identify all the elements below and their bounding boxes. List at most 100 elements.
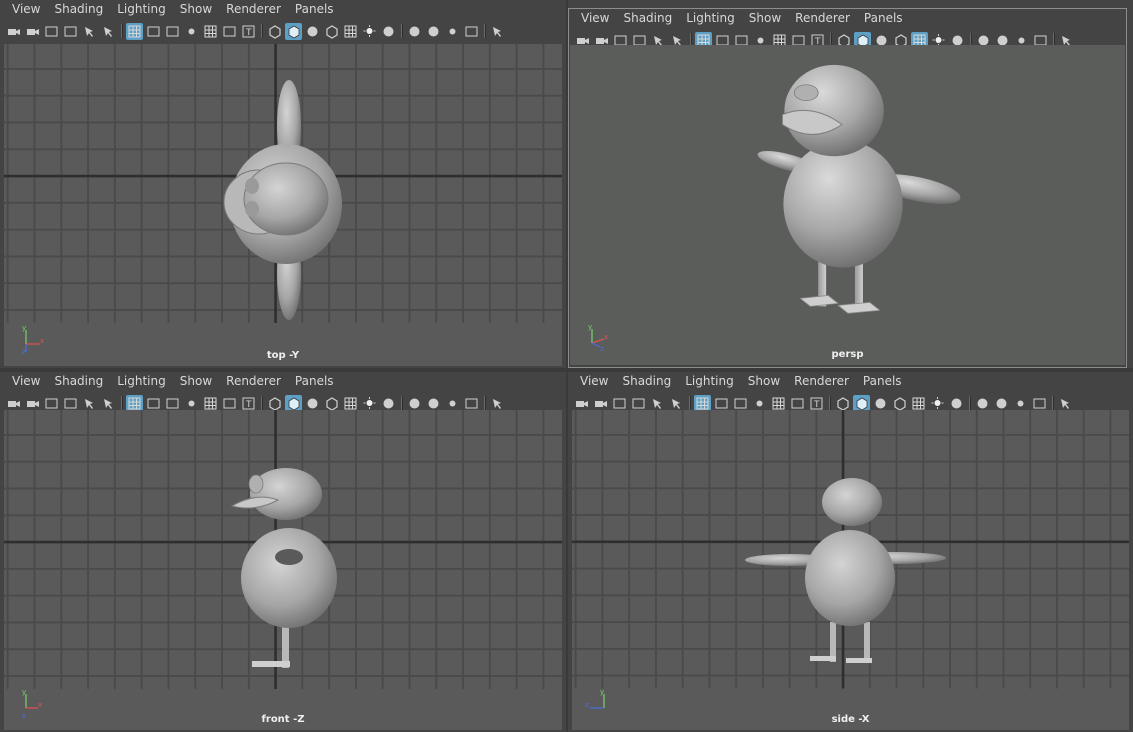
camera-attributes-icon[interactable] bbox=[24, 23, 41, 40]
menu-view[interactable]: View bbox=[12, 2, 40, 16]
menu-show[interactable]: Show bbox=[180, 2, 212, 16]
use-default-material-icon[interactable] bbox=[872, 395, 889, 412]
grid-icon[interactable] bbox=[694, 394, 711, 412]
wireframe-icon[interactable] bbox=[266, 395, 283, 412]
grid-icon[interactable] bbox=[126, 394, 143, 412]
penguin-model-front[interactable] bbox=[4, 410, 562, 730]
field-chart-icon[interactable] bbox=[202, 23, 219, 40]
2d-pan-icon[interactable] bbox=[81, 395, 98, 412]
gate-mask-icon[interactable] bbox=[751, 395, 768, 412]
penguin-model-persp[interactable] bbox=[570, 45, 1125, 365]
menu-shading[interactable]: Shading bbox=[54, 2, 103, 16]
film-gate-icon[interactable] bbox=[145, 395, 162, 412]
image-plane-icon[interactable] bbox=[62, 23, 79, 40]
2d-pan-icon[interactable] bbox=[81, 23, 98, 40]
isolate-select-icon[interactable] bbox=[489, 23, 506, 40]
multisample-aa-icon[interactable] bbox=[444, 23, 461, 40]
menu-view[interactable]: View bbox=[580, 374, 608, 388]
penguin-model-side[interactable] bbox=[572, 410, 1129, 730]
screen-space-ambient-occlusion-icon[interactable] bbox=[406, 23, 423, 40]
resolution-gate-icon[interactable] bbox=[164, 23, 181, 40]
safe-action-icon[interactable] bbox=[221, 23, 238, 40]
select-camera-icon[interactable] bbox=[573, 395, 590, 412]
menu-shading[interactable]: Shading bbox=[54, 374, 103, 388]
isolate-select-icon[interactable] bbox=[489, 395, 506, 412]
menu-lighting[interactable]: Lighting bbox=[117, 374, 166, 388]
bookmark-icon[interactable] bbox=[43, 23, 60, 40]
menu-panels[interactable]: Panels bbox=[863, 374, 902, 388]
safe-title-icon[interactable]: T bbox=[808, 395, 825, 412]
menu-show[interactable]: Show bbox=[180, 374, 212, 388]
safe-title-icon[interactable]: T bbox=[240, 395, 257, 412]
camera-attributes-icon[interactable] bbox=[592, 395, 609, 412]
motion-blur-icon[interactable] bbox=[425, 23, 442, 40]
wireframe-on-shaded-icon[interactable] bbox=[891, 395, 908, 412]
menu-panels[interactable]: Panels bbox=[295, 2, 334, 16]
shadows-icon[interactable] bbox=[948, 395, 965, 412]
smooth-shade-icon[interactable] bbox=[853, 394, 870, 412]
2d-pan-icon[interactable] bbox=[649, 395, 666, 412]
panel-top-view[interactable]: View Shading Lighting Show Renderer Pane… bbox=[0, 0, 566, 368]
bookmark-icon[interactable] bbox=[43, 395, 60, 412]
menu-view[interactable]: View bbox=[581, 11, 609, 25]
penguin-model-top[interactable] bbox=[4, 44, 562, 366]
wireframe-on-shaded-icon[interactable] bbox=[323, 395, 340, 412]
menu-view[interactable]: View bbox=[12, 374, 40, 388]
camera-attributes-icon[interactable] bbox=[24, 395, 41, 412]
use-all-lights-icon[interactable] bbox=[929, 395, 946, 412]
multisample-aa-icon[interactable] bbox=[444, 395, 461, 412]
menu-shading[interactable]: Shading bbox=[623, 11, 672, 25]
horizontal-splitter[interactable] bbox=[0, 368, 1133, 372]
menu-lighting[interactable]: Lighting bbox=[117, 2, 166, 16]
menu-show[interactable]: Show bbox=[748, 374, 780, 388]
menu-renderer[interactable]: Renderer bbox=[794, 374, 849, 388]
wireframe-on-shaded-icon[interactable] bbox=[323, 23, 340, 40]
menu-lighting[interactable]: Lighting bbox=[686, 11, 735, 25]
grid-icon[interactable] bbox=[126, 22, 143, 40]
menu-renderer[interactable]: Renderer bbox=[226, 374, 281, 388]
film-gate-icon[interactable] bbox=[713, 395, 730, 412]
motion-blur-icon[interactable] bbox=[993, 395, 1010, 412]
image-plane-icon[interactable] bbox=[630, 395, 647, 412]
film-gate-icon[interactable] bbox=[145, 23, 162, 40]
menu-shading[interactable]: Shading bbox=[622, 374, 671, 388]
motion-blur-icon[interactable] bbox=[425, 395, 442, 412]
gate-mask-icon[interactable] bbox=[183, 23, 200, 40]
bookmark-icon[interactable] bbox=[611, 395, 628, 412]
shadows-icon[interactable] bbox=[380, 23, 397, 40]
menu-show[interactable]: Show bbox=[749, 11, 781, 25]
wireframe-icon[interactable] bbox=[266, 23, 283, 40]
panel-side-view[interactable]: View Shading Lighting Show Renderer Pane… bbox=[568, 372, 1133, 732]
depth-of-field-icon[interactable] bbox=[463, 23, 480, 40]
grease-pencil-icon[interactable] bbox=[100, 395, 117, 412]
menu-renderer[interactable]: Renderer bbox=[795, 11, 850, 25]
depth-of-field-icon[interactable] bbox=[1031, 395, 1048, 412]
field-chart-icon[interactable] bbox=[202, 395, 219, 412]
viewport-front[interactable]: y x z front -Z bbox=[4, 410, 562, 730]
depth-of-field-icon[interactable] bbox=[463, 395, 480, 412]
safe-title-icon[interactable]: T bbox=[240, 23, 257, 40]
image-plane-icon[interactable] bbox=[62, 395, 79, 412]
gate-mask-icon[interactable] bbox=[183, 395, 200, 412]
use-all-lights-icon[interactable] bbox=[361, 395, 378, 412]
select-camera-icon[interactable] bbox=[5, 23, 22, 40]
shadows-icon[interactable] bbox=[380, 395, 397, 412]
field-chart-icon[interactable] bbox=[770, 395, 787, 412]
xray-icon[interactable] bbox=[342, 23, 359, 40]
smooth-shade-icon[interactable] bbox=[285, 22, 302, 40]
multisample-aa-icon[interactable] bbox=[1012, 395, 1029, 412]
menu-panels[interactable]: Panels bbox=[295, 374, 334, 388]
resolution-gate-icon[interactable] bbox=[732, 395, 749, 412]
xray-icon[interactable] bbox=[342, 395, 359, 412]
resolution-gate-icon[interactable] bbox=[164, 395, 181, 412]
smooth-shade-icon[interactable] bbox=[285, 394, 302, 412]
safe-action-icon[interactable] bbox=[789, 395, 806, 412]
screen-space-ambient-occlusion-icon[interactable] bbox=[406, 395, 423, 412]
menu-renderer[interactable]: Renderer bbox=[226, 2, 281, 16]
menu-lighting[interactable]: Lighting bbox=[685, 374, 734, 388]
use-all-lights-icon[interactable] bbox=[361, 23, 378, 40]
panel-perspective-view[interactable]: View Shading Lighting Show Renderer Pane… bbox=[568, 8, 1127, 368]
viewport-side[interactable]: y z side -X bbox=[572, 410, 1129, 730]
wireframe-icon[interactable] bbox=[834, 395, 851, 412]
select-camera-icon[interactable] bbox=[5, 395, 22, 412]
